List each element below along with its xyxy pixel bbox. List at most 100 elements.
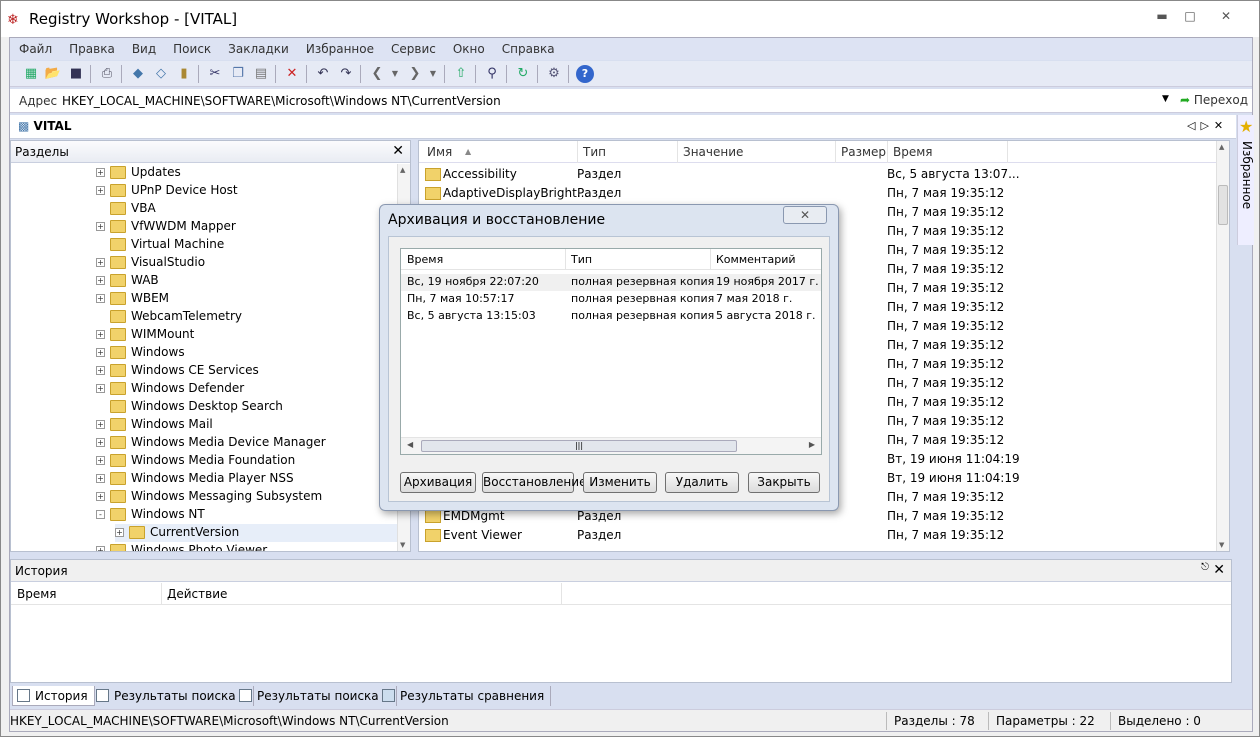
cut-icon[interactable]: ✂ <box>206 65 224 83</box>
tree-item[interactable]: + Windows Media Device Manager <box>96 434 396 452</box>
history-col-time[interactable]: Время <box>17 587 57 601</box>
new-key-icon[interactable]: ◆ <box>129 65 147 83</box>
expander-icon[interactable]: + <box>96 186 105 195</box>
menu-help[interactable]: Справка <box>493 38 563 56</box>
tree-item[interactable]: + WAB <box>96 272 396 290</box>
tree-item[interactable]: + Windows Mail <box>96 416 396 434</box>
dialog-close-button[interactable]: ✕ <box>783 206 827 224</box>
tree-item[interactable]: + UPnP Device Host <box>96 182 396 200</box>
favorites-side-tab[interactable]: ★ Избранное <box>1237 115 1254 245</box>
tab-compare-results[interactable]: Результаты сравнения <box>378 686 552 706</box>
tree-item[interactable]: + Updates <box>96 164 396 182</box>
minimize-button[interactable]: ▬ <box>1147 7 1177 27</box>
menu-edit[interactable]: Правка <box>60 38 123 56</box>
maximize-button[interactable]: □ <box>1175 7 1205 27</box>
tab-search-results-1[interactable]: Результаты поиска 1 <box>92 686 255 706</box>
refresh-icon[interactable]: ↻ <box>514 65 532 83</box>
tree-item[interactable]: + Windows Media Foundation <box>96 452 396 470</box>
expander-icon[interactable]: + <box>96 330 105 339</box>
tab-search-results-2[interactable]: Результаты поиска 2 <box>235 686 398 706</box>
backup-col-type[interactable]: Тип <box>571 253 592 266</box>
expander-icon[interactable]: - <box>96 510 105 519</box>
options-icon[interactable]: ⚙ <box>545 65 563 83</box>
tree-item[interactable]: + WBEM <box>96 290 396 308</box>
delete-button[interactable]: Удалить <box>665 472 739 493</box>
col-time[interactable]: Время <box>893 145 933 159</box>
close-button[interactable]: ✕ <box>1211 7 1241 27</box>
find-icon[interactable]: ⚲ <box>483 65 501 83</box>
expander-icon[interactable]: + <box>96 258 105 267</box>
menu-bookmarks[interactable]: Закладки <box>219 38 297 56</box>
forward-dropdown-icon[interactable]: ▼ <box>424 65 442 83</box>
edit-button[interactable]: Изменить <box>583 472 657 493</box>
print-icon[interactable]: ⎙ <box>98 65 116 83</box>
expander-icon[interactable]: + <box>96 492 105 501</box>
tree-item[interactable]: + Windows Messaging Subsystem <box>96 488 396 506</box>
expander-icon[interactable]: + <box>96 366 105 375</box>
tree-item[interactable]: + Windows Defender <box>96 380 396 398</box>
tree-item[interactable]: WebcamTelemetry <box>96 308 396 326</box>
expander-icon[interactable]: + <box>96 348 105 357</box>
expander-icon[interactable]: + <box>96 438 105 447</box>
expander-icon[interactable]: + <box>96 276 105 285</box>
tree-item[interactable]: Virtual Machine <box>96 236 396 254</box>
tab-history[interactable]: История <box>12 686 95 706</box>
menu-search[interactable]: Поиск <box>164 38 219 56</box>
backup-row[interactable]: Вс, 5 августа 13:15:03 полная резервная к… <box>401 308 821 325</box>
expander-icon[interactable]: + <box>96 420 105 429</box>
back-icon[interactable]: ❮ <box>368 65 386 83</box>
tree-item[interactable]: + Windows Media Player NSS <box>96 470 396 488</box>
menu-favorites[interactable]: Избранное <box>297 38 382 56</box>
tree-item[interactable]: - Windows NT <box>96 506 396 524</box>
history-col-action[interactable]: Действие <box>167 587 227 601</box>
expander-icon[interactable]: + <box>96 456 105 465</box>
expander-icon[interactable]: + <box>96 384 105 393</box>
close-dialog-button[interactable]: Закрыть <box>748 472 820 493</box>
list-row[interactable]: Accessibility Раздел Вс, 5 августа 13:07..… <box>419 165 1217 184</box>
expander-icon[interactable]: + <box>96 474 105 483</box>
open-icon[interactable]: 📂 <box>44 65 62 83</box>
menu-tools[interactable]: Сервис <box>382 38 444 56</box>
col-size[interactable]: Размер <box>841 145 886 159</box>
go-button[interactable]: ➦ Переход <box>1180 93 1248 107</box>
tree-item[interactable]: + WIMMount <box>96 326 396 344</box>
back-dropdown-icon[interactable]: ▼ <box>386 65 404 83</box>
close-history-icon[interactable]: ✕ <box>1213 562 1225 578</box>
backup-list-hscrollbar[interactable]: ◀ ||| ▶ <box>401 437 821 454</box>
expander-icon[interactable]: + <box>96 546 105 551</box>
registry-icon[interactable]: ▮ <box>175 65 193 83</box>
restore-button[interactable]: Восстановление <box>482 472 586 493</box>
tab-navigation[interactable]: ◁▷✕ <box>1187 119 1228 132</box>
tree-item[interactable]: + CurrentVersion <box>115 524 399 542</box>
backup-row[interactable]: Пн, 7 мая 10:57:17 полная резервная копия… <box>401 291 821 308</box>
tree-item[interactable]: + VfWWDM Mapper <box>96 218 396 236</box>
expander-icon[interactable]: + <box>115 528 124 537</box>
forward-icon[interactable]: ❯ <box>406 65 424 83</box>
menu-view[interactable]: Вид <box>123 38 164 56</box>
tree-item[interactable]: + Windows <box>96 344 396 362</box>
copy-icon[interactable]: ❐ <box>229 65 247 83</box>
delete-icon[interactable]: ✕ <box>283 65 301 83</box>
paste-icon[interactable]: ▤ <box>252 65 270 83</box>
save-icon[interactable]: ■ <box>67 65 85 83</box>
tree-item[interactable]: + Windows Photo Viewer <box>96 542 396 551</box>
col-name[interactable]: Имя <box>427 145 452 159</box>
menu-file[interactable]: Файл <box>10 38 60 56</box>
tree-item[interactable]: VBA <box>96 200 396 218</box>
new-value-icon[interactable]: ◇ <box>152 65 170 83</box>
address-dropdown-icon[interactable]: ▼ <box>1162 94 1169 104</box>
backup-col-comment[interactable]: Комментарий <box>716 253 796 266</box>
up-level-icon[interactable]: ⇧ <box>452 65 470 83</box>
tab-vital[interactable]: ▩ VITAL <box>18 119 71 133</box>
close-pane-icon[interactable]: ✕ <box>392 143 404 159</box>
tree-item[interactable]: + VisualStudio <box>96 254 396 272</box>
menu-window[interactable]: Окно <box>444 38 493 56</box>
undo-icon[interactable]: ↶ <box>314 65 332 83</box>
expander-icon[interactable]: + <box>96 168 105 177</box>
expander-icon[interactable]: + <box>96 222 105 231</box>
backup-col-time[interactable]: Время <box>407 253 443 266</box>
list-row[interactable]: Event Viewer Раздел Пн, 7 мая 19:35:12 <box>419 526 1217 545</box>
redo-icon[interactable]: ↷ <box>337 65 355 83</box>
tree-item[interactable]: + Windows CE Services <box>96 362 396 380</box>
col-value[interactable]: Значение <box>683 145 743 159</box>
